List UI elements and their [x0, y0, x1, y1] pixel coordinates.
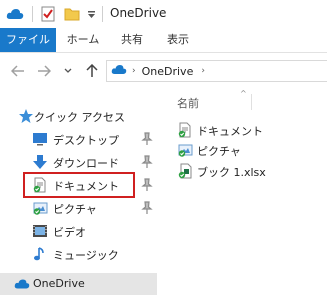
video-icon	[32, 223, 48, 239]
new-folder-icon[interactable]	[62, 5, 82, 23]
nav-item-downloads[interactable]: ダウンロード	[0, 151, 157, 173]
file-item-excel-book[interactable]: ブック 1.xlsx	[177, 161, 327, 181]
nav-label: クイック アクセス	[34, 111, 125, 124]
music-icon	[32, 246, 48, 262]
column-divider	[251, 94, 252, 110]
file-label: ブック 1.xlsx	[197, 166, 266, 179]
excel-file-icon	[177, 163, 193, 179]
nav-label: ピクチャ	[53, 203, 97, 216]
pin-icon[interactable]	[141, 155, 153, 169]
nav-label: デスクトップ	[53, 134, 119, 147]
title-bar: OneDrive	[0, 0, 327, 28]
navigation-bar: › OneDrive ›	[0, 53, 327, 89]
nav-item-music[interactable]: ミュージック	[0, 243, 157, 265]
properties-icon[interactable]	[38, 5, 58, 23]
desktop-icon	[32, 131, 48, 147]
tab-file[interactable]: ファイル	[0, 28, 56, 52]
document-icon	[177, 122, 193, 138]
ribbon: ファイル ホーム 共有 表示	[0, 28, 327, 53]
nav-item-pictures[interactable]: ピクチャ	[0, 197, 157, 219]
toolbar-separator	[32, 6, 33, 22]
nav-label: ダウンロード	[53, 157, 119, 170]
file-item-pictures[interactable]: ピクチャ	[177, 140, 327, 160]
window-title: OneDrive	[110, 6, 167, 20]
nav-item-onedrive[interactable]: OneDrive	[0, 273, 157, 295]
column-header-name[interactable]: 名前	[177, 95, 199, 111]
picture-icon	[32, 200, 48, 216]
nav-item-videos[interactable]: ビデオ	[0, 220, 157, 242]
nav-item-desktop[interactable]: デスクトップ	[0, 128, 157, 150]
up-arrow-icon[interactable]	[84, 63, 100, 79]
tab-home[interactable]: ホーム	[60, 28, 106, 52]
nav-label: ミュージック	[53, 249, 119, 262]
back-arrow-icon[interactable]	[10, 63, 26, 79]
forward-arrow-icon[interactable]	[36, 63, 52, 79]
customize-toolbar-icon[interactable]	[84, 5, 98, 23]
pin-icon[interactable]	[141, 132, 153, 146]
file-item-documents[interactable]: ドキュメント	[177, 120, 327, 140]
picture-icon	[177, 142, 193, 158]
tab-share[interactable]: 共有	[112, 28, 152, 52]
highlight-box	[23, 172, 135, 198]
pin-icon[interactable]	[141, 201, 153, 215]
nav-label: ビデオ	[53, 226, 86, 239]
sort-caret-icon: ^	[240, 89, 247, 98]
navigation-pane: クイック アクセス デスクトップ ダウンロード ドキュメント ピクチャ ビデオ …	[0, 89, 157, 308]
file-label: ピクチャ	[197, 145, 241, 158]
onedrive-cloud-icon	[4, 5, 26, 23]
tab-view[interactable]: 表示	[158, 28, 198, 52]
star-icon	[18, 108, 34, 124]
breadcrumb-chevron-icon[interactable]: ›	[132, 66, 136, 76]
breadcrumb-chevron-icon[interactable]: ›	[201, 66, 205, 76]
address-bar[interactable]: › OneDrive ›	[106, 60, 327, 82]
pin-icon[interactable]	[141, 178, 153, 192]
file-label: ドキュメント	[197, 125, 263, 138]
file-list-pane: ^ 名前 ドキュメント ピクチャ ブック 1.xlsx	[165, 89, 327, 308]
recent-locations-chevron-icon[interactable]	[62, 63, 74, 79]
nav-quick-access[interactable]: クイック アクセス	[0, 105, 157, 127]
breadcrumb-onedrive[interactable]: OneDrive	[142, 65, 194, 78]
download-icon	[32, 154, 48, 170]
nav-label: OneDrive	[33, 277, 85, 290]
onedrive-cloud-icon	[111, 64, 127, 78]
toolbar-separator	[102, 6, 103, 22]
onedrive-cloud-icon	[14, 276, 30, 292]
